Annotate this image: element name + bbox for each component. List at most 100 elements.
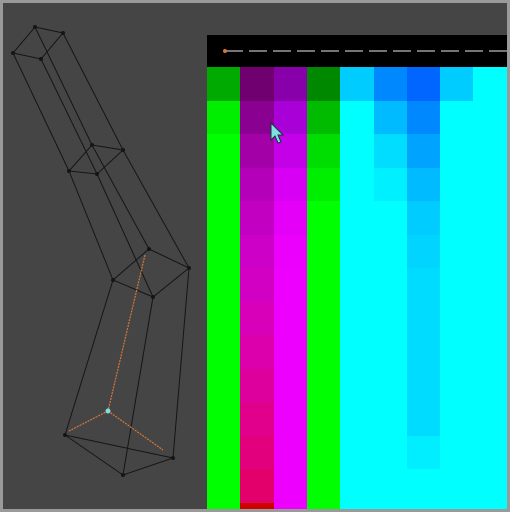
weight-cell[interactable] bbox=[307, 168, 340, 201]
weight-cell[interactable] bbox=[274, 302, 307, 335]
weight-cell[interactable] bbox=[307, 335, 340, 369]
weight-cell[interactable] bbox=[340, 369, 374, 402]
weight-cell[interactable] bbox=[374, 67, 407, 101]
weight-cell[interactable] bbox=[473, 436, 507, 469]
bone-branch-left[interactable] bbox=[68, 410, 109, 432]
weight-cell[interactable] bbox=[340, 335, 374, 369]
weight-cell[interactable] bbox=[207, 67, 240, 101]
weight-cell[interactable] bbox=[274, 235, 307, 268]
weight-cell[interactable] bbox=[473, 101, 507, 134]
weight-cell[interactable] bbox=[440, 369, 473, 402]
weight-cell[interactable] bbox=[340, 67, 374, 101]
weight-cell[interactable] bbox=[473, 134, 507, 168]
weight-cell[interactable] bbox=[274, 335, 307, 369]
joint-handle[interactable] bbox=[105, 408, 111, 414]
weight-cell[interactable] bbox=[407, 67, 440, 101]
weight-cell[interactable] bbox=[374, 402, 407, 436]
weight-cell[interactable] bbox=[473, 235, 507, 268]
weight-cell[interactable] bbox=[407, 134, 440, 168]
weight-cell[interactable] bbox=[374, 335, 407, 369]
weight-cell[interactable] bbox=[340, 436, 374, 469]
3d-viewport[interactable] bbox=[3, 3, 507, 509]
weight-cell[interactable] bbox=[440, 235, 473, 268]
weight-cell[interactable] bbox=[473, 201, 507, 235]
weight-cell[interactable] bbox=[274, 201, 307, 235]
weight-cell[interactable] bbox=[240, 134, 274, 168]
weight-cell[interactable] bbox=[207, 201, 240, 235]
weight-cell[interactable] bbox=[340, 101, 374, 134]
weight-cell[interactable] bbox=[307, 201, 340, 235]
weight-cell[interactable] bbox=[440, 469, 473, 503]
weight-cell[interactable] bbox=[407, 335, 440, 369]
weight-cell[interactable] bbox=[374, 469, 407, 503]
weight-cell[interactable] bbox=[374, 134, 407, 168]
weight-cell[interactable] bbox=[340, 201, 374, 235]
weight-cell[interactable] bbox=[340, 469, 374, 503]
weight-cell[interactable] bbox=[440, 134, 473, 168]
weight-cell[interactable] bbox=[207, 436, 240, 469]
weight-cell[interactable] bbox=[274, 436, 307, 469]
bone-branch-right[interactable] bbox=[107, 410, 164, 451]
weight-cell[interactable] bbox=[374, 201, 407, 235]
weight-cell[interactable] bbox=[374, 268, 407, 302]
weight-cell[interactable] bbox=[374, 369, 407, 402]
weight-cell[interactable] bbox=[274, 503, 307, 509]
weight-cell[interactable] bbox=[274, 469, 307, 503]
weight-cell[interactable] bbox=[340, 168, 374, 201]
weight-cell[interactable] bbox=[440, 335, 473, 369]
weight-cell[interactable] bbox=[407, 302, 440, 335]
weight-cell[interactable] bbox=[307, 302, 340, 335]
weight-cell[interactable] bbox=[307, 369, 340, 402]
weight-cell[interactable] bbox=[340, 134, 374, 168]
weight-cell[interactable] bbox=[240, 101, 274, 134]
weight-cell[interactable] bbox=[340, 235, 374, 268]
weight-cell[interactable] bbox=[440, 402, 473, 436]
weight-cell[interactable] bbox=[440, 67, 473, 101]
weight-cell[interactable] bbox=[473, 268, 507, 302]
weight-cell[interactable] bbox=[473, 168, 507, 201]
weight-cell[interactable] bbox=[240, 369, 274, 402]
weight-cell[interactable] bbox=[407, 503, 440, 509]
weight-cell[interactable] bbox=[473, 302, 507, 335]
weight-cell[interactable] bbox=[307, 101, 340, 134]
weight-cell[interactable] bbox=[374, 436, 407, 469]
weight-cell[interactable] bbox=[274, 268, 307, 302]
weight-cell[interactable] bbox=[407, 369, 440, 402]
weight-cell[interactable] bbox=[274, 168, 307, 201]
weight-cell[interactable] bbox=[307, 436, 340, 469]
weight-cell[interactable] bbox=[307, 503, 340, 509]
weight-cell[interactable] bbox=[407, 402, 440, 436]
weight-cell[interactable] bbox=[207, 503, 240, 509]
weight-cell[interactable] bbox=[440, 101, 473, 134]
weight-cell[interactable] bbox=[473, 503, 507, 509]
weight-cell[interactable] bbox=[374, 101, 407, 134]
weight-cell[interactable] bbox=[374, 503, 407, 509]
weight-cell[interactable] bbox=[240, 469, 274, 503]
weight-cell[interactable] bbox=[440, 268, 473, 302]
weight-cell[interactable] bbox=[440, 302, 473, 335]
weight-cell[interactable] bbox=[207, 235, 240, 268]
weight-cell[interactable] bbox=[207, 335, 240, 369]
weight-cell[interactable] bbox=[374, 168, 407, 201]
weight-cell[interactable] bbox=[240, 67, 274, 101]
weight-cell[interactable] bbox=[207, 101, 240, 134]
weight-cell[interactable] bbox=[240, 503, 274, 509]
weight-cell[interactable] bbox=[407, 268, 440, 302]
weight-cell[interactable] bbox=[307, 469, 340, 503]
weight-cell[interactable] bbox=[307, 235, 340, 268]
weight-cell[interactable] bbox=[240, 402, 274, 436]
weight-cell[interactable] bbox=[473, 402, 507, 436]
weight-cell[interactable] bbox=[473, 67, 507, 101]
weight-cell[interactable] bbox=[240, 335, 274, 369]
weight-cell[interactable] bbox=[207, 168, 240, 201]
weight-cell[interactable] bbox=[374, 235, 407, 268]
weight-cell[interactable] bbox=[274, 402, 307, 436]
weight-cell[interactable] bbox=[207, 402, 240, 436]
weight-paint-panel[interactable] bbox=[207, 35, 507, 509]
weight-cell[interactable] bbox=[340, 402, 374, 436]
armature[interactable] bbox=[68, 254, 164, 451]
weight-cell[interactable] bbox=[473, 469, 507, 503]
weight-cell[interactable] bbox=[473, 335, 507, 369]
weight-cell[interactable] bbox=[240, 201, 274, 235]
weight-cell[interactable] bbox=[340, 503, 374, 509]
